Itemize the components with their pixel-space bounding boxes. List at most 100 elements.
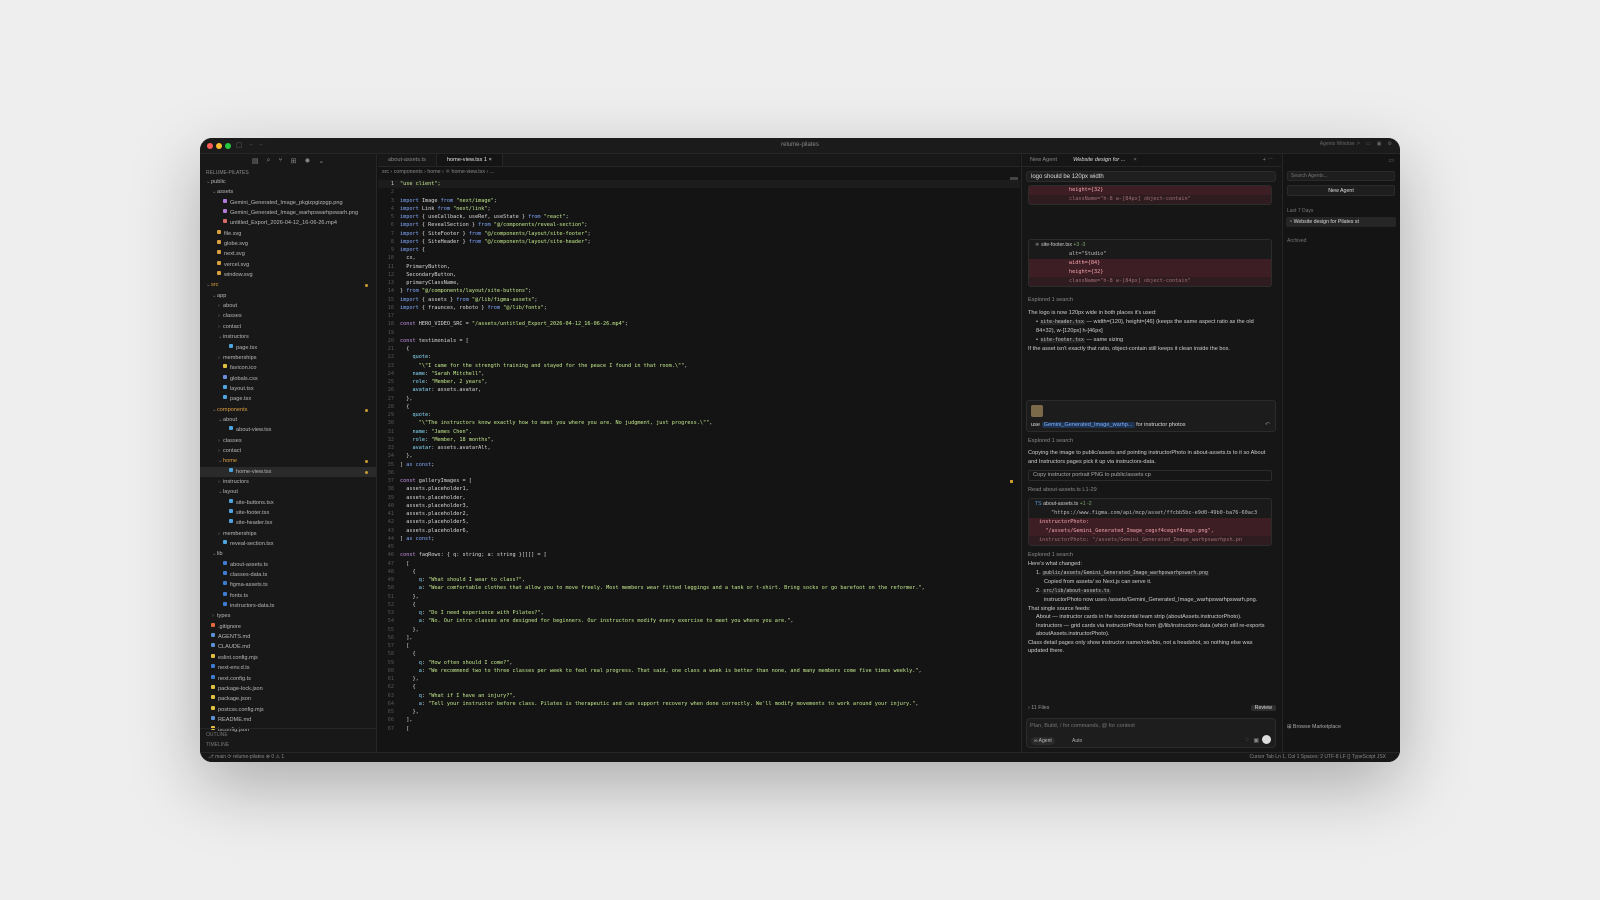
file-tree-item[interactable]: › about [200, 301, 376, 311]
file-tree-item[interactable]: file.svg [200, 229, 376, 239]
file-tree-item[interactable]: layout.tsx [200, 384, 376, 394]
undo-icon[interactable]: ↶ [1265, 421, 1270, 428]
file-tree-item[interactable]: .gitignore [200, 622, 376, 632]
panel-toggle-icon[interactable]: ▭ [1388, 157, 1394, 164]
file-tree-item[interactable]: about-view.tsx [200, 425, 376, 435]
file-tree-item[interactable]: ⌄about [200, 415, 376, 425]
file-tree-item[interactable]: › contact [200, 322, 376, 332]
status-left[interactable]: ⎇ main ⟳ relume-pilates ⊗ 0 ⚠ 1 [208, 753, 284, 762]
file-tree-item[interactable]: postcss.config.mjs [200, 705, 376, 715]
files-icon[interactable]: ▤ [252, 157, 259, 165]
file-chip[interactable]: Gemini_Generated_Image_warhp... [1041, 422, 1135, 428]
layout-icon[interactable]: ▭ [1366, 141, 1371, 147]
file-tree-item[interactable]: › instructors [200, 477, 376, 487]
file-tree-item[interactable]: classes-data.ts [200, 570, 376, 580]
user-message[interactable]: use Gemini_Generated_Image_warhp... for … [1026, 400, 1276, 432]
explored-label[interactable]: Explored 1 search [1028, 296, 1272, 305]
terminal-command[interactable]: Copy instructor portrait PNG to public/a… [1028, 470, 1272, 481]
debug-icon[interactable]: ✹ [304, 157, 310, 165]
file-tree-item[interactable]: package-lock.json [200, 684, 376, 694]
file-tree-item[interactable]: Gemini_Generated_Image_pkgizpgizpgp.png [200, 198, 376, 208]
file-tree-item[interactable]: favicon.ico [200, 363, 376, 373]
file-tree-item[interactable]: figma-assets.ts [200, 580, 376, 590]
file-tree-item[interactable]: fonts.ts [200, 591, 376, 601]
file-tree-item[interactable]: site-buttons.tsx [200, 498, 376, 508]
file-tree-item[interactable]: vercel.svg [200, 260, 376, 270]
diff-file-name[interactable]: site-footer.tsx [1041, 242, 1072, 248]
extensions-icon[interactable]: ⊞ [291, 157, 297, 165]
file-tree-item[interactable]: globe.svg [200, 239, 376, 249]
mode-selector[interactable]: ∞ Agent [1031, 737, 1055, 745]
tab-website-design[interactable]: Website design for ... [1065, 157, 1133, 163]
file-tree-item[interactable]: next-env.d.ts [200, 663, 376, 673]
file-tree-item[interactable]: untitled_Export_2026-04-12_16-06-26.mp4 [200, 218, 376, 228]
source-control-icon[interactable]: ⑂ [278, 157, 282, 164]
file-tree-item[interactable]: ⌄components [200, 405, 376, 415]
file-tree-item[interactable]: site-footer.tsx [200, 508, 376, 518]
file-tree-item[interactable]: ⌄src [200, 280, 376, 290]
file-tree-item[interactable]: CLAUDE.md [200, 642, 376, 652]
file-tree-item[interactable]: next.svg [200, 249, 376, 259]
composer-input[interactable] [1030, 721, 1270, 731]
chevron-down-icon[interactable]: ⌄ [318, 157, 324, 165]
file-tree-item[interactable]: ⌄public [200, 177, 376, 187]
file-tree-item[interactable]: › classes [200, 311, 376, 321]
file-tree-item[interactable]: home-view.tsx [200, 466, 376, 477]
editor-tab[interactable]: about-assets.ts [378, 154, 437, 166]
file-tree-item[interactable]: › types [200, 611, 376, 621]
file-tree-item[interactable]: reveal-section.tsx [200, 539, 376, 549]
image-icon[interactable]: ▣ [1253, 737, 1259, 744]
explored-label[interactable]: Explored 1 search [1028, 551, 1272, 560]
search-agents-input[interactable] [1287, 171, 1395, 181]
archived-label[interactable]: Archived [1287, 238, 1306, 244]
diff-file-name[interactable]: about-assets.ts [1043, 501, 1078, 507]
file-tree-item[interactable]: site-header.tsx [200, 518, 376, 528]
file-tree-item[interactable]: about-assets.ts [200, 560, 376, 570]
file-tree-item[interactable]: › memberships [200, 529, 376, 539]
file-tree-item[interactable]: Gemini_Generated_Image_warhpswarhpswarh.… [200, 208, 376, 218]
file-tree-item[interactable]: AGENTS.md [200, 632, 376, 642]
file-tree-item[interactable]: ⌄app [200, 291, 376, 301]
agents-window-link[interactable]: Agents Window ↗ [1320, 141, 1360, 147]
file-tree-item[interactable]: globals.css [200, 374, 376, 384]
new-agent-button[interactable]: New Agent [1287, 185, 1395, 196]
settings-icon[interactable]: ⚙ [1388, 141, 1392, 147]
outline-section[interactable]: OUTLINE [206, 732, 371, 738]
tab-new-agent[interactable]: New Agent [1022, 157, 1065, 163]
close-icon[interactable]: × [1134, 157, 1137, 163]
file-tree-item[interactable]: eslint.config.mjs [200, 653, 376, 663]
chat-icon[interactable]: ▣ [1377, 141, 1382, 147]
file-tree-item[interactable]: ⌄home [200, 456, 376, 466]
timeline-section[interactable]: TIMELINE [206, 742, 371, 748]
send-button[interactable] [1262, 735, 1271, 744]
files-toggle[interactable]: › 11 Files [1028, 705, 1049, 711]
file-tree-item[interactable]: ⌄layout [200, 487, 376, 497]
file-tree-item[interactable]: › classes [200, 436, 376, 446]
file-tree-item[interactable]: › contact [200, 446, 376, 456]
code-area[interactable]: 1 "use client"; 2 3 import Image from "next/… [378, 180, 1020, 733]
marketplace-link[interactable]: ⊞ Browse Marketplace [1287, 724, 1341, 730]
file-tree-item[interactable]: page.tsx [200, 343, 376, 353]
review-button[interactable]: Review [1250, 705, 1276, 711]
file-tree-item[interactable]: next.config.ts [200, 674, 376, 684]
model-selector[interactable]: Auto [1072, 738, 1082, 744]
file-tree-item[interactable]: instructors-data.ts [200, 601, 376, 611]
user-query[interactable]: logo should be 120px width [1026, 171, 1276, 182]
file-tree-item[interactable]: ⌄instructors [200, 332, 376, 342]
read-label[interactable]: Read about-assets.ts L1-29 [1028, 486, 1272, 495]
agent-list-item[interactable]: ◔ Website design for Pilates st [1286, 217, 1396, 227]
file-tree-item[interactable]: window.svg [200, 270, 376, 280]
explored-label[interactable]: Explored 1 search [1028, 437, 1272, 446]
breadcrumb[interactable]: src › components › home › ⚛ home-view.ts… [378, 167, 1020, 177]
editor-tab[interactable]: home-view.tsx 1 × [436, 154, 503, 166]
status-right[interactable]: Cursor Tab Ln 1, Col 1 Spaces: 2 UTF-8 L… [1249, 753, 1386, 762]
file-tree-item[interactable]: › memberships [200, 353, 376, 363]
file-tree-item[interactable]: README.md [200, 715, 376, 725]
file-tree-item[interactable]: ⌄lib [200, 549, 376, 559]
image-thumbnail[interactable] [1031, 405, 1043, 417]
file-tree-item[interactable]: page.tsx [200, 394, 376, 404]
add-icon[interactable]: + ⋯ [1263, 157, 1273, 163]
search-icon[interactable]: ⌕ [266, 157, 270, 165]
file-tree-item[interactable]: ⌄assets [200, 187, 376, 197]
file-tree-item[interactable]: package.json [200, 694, 376, 704]
